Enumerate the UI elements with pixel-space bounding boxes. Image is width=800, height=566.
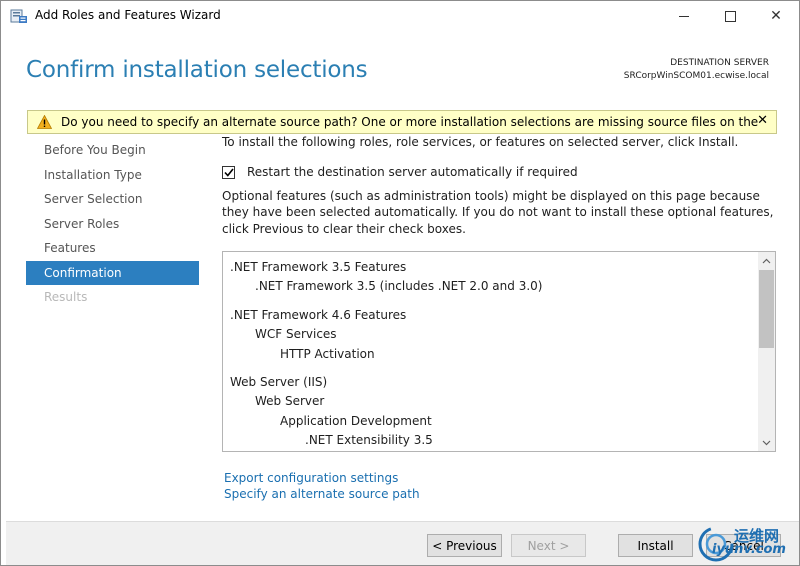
feature-item: WCF Services bbox=[255, 327, 337, 342]
feature-item: Application Development bbox=[280, 413, 432, 428]
site-watermark: 运维网 iyunv.com bbox=[688, 522, 800, 566]
minimize-icon bbox=[679, 15, 689, 17]
scroll-down-icon[interactable] bbox=[758, 434, 775, 451]
restart-checkbox[interactable] bbox=[222, 165, 235, 179]
destination-server-info: DESTINATION SERVER SRCorpWinSCOM01.ecwis… bbox=[624, 57, 769, 83]
feature-item: Web Server (IIS) bbox=[230, 375, 328, 390]
nav-item-server-roles[interactable]: Server Roles bbox=[26, 212, 199, 237]
previous-button[interactable]: < Previous bbox=[427, 534, 502, 557]
warning-close-icon[interactable]: ✕ bbox=[757, 113, 768, 128]
title-bar[interactable]: Add Roles and Features Wizard ✕ bbox=[1, 1, 799, 31]
feature-item: .NET Framework 4.6 Features bbox=[230, 307, 407, 322]
feature-item: Web Server bbox=[255, 394, 325, 409]
destination-label: DESTINATION SERVER bbox=[670, 58, 769, 68]
maximize-icon bbox=[724, 10, 736, 22]
checkmark-icon bbox=[223, 168, 234, 177]
nav-item-server-selection[interactable]: Server Selection bbox=[26, 187, 199, 212]
wizard-footer: < Previous Next > Install Cancel bbox=[6, 521, 799, 565]
page-title: Confirm installation selections bbox=[26, 57, 368, 83]
feature-item: .NET Framework 3.5 Features bbox=[230, 260, 407, 274]
watermark-text-domain: iyunv.com bbox=[712, 542, 786, 557]
feature-item: .NET Framework 3.5 (includes .NET 2.0 an… bbox=[255, 279, 543, 294]
server-manager-icon bbox=[10, 9, 27, 23]
confirmation-content: To install the following roles, role ser… bbox=[222, 135, 777, 236]
warning-banner[interactable]: Do you need to specify an alternate sour… bbox=[27, 110, 777, 134]
next-button: Next > bbox=[511, 534, 586, 557]
restart-label[interactable]: Restart the destination server automatic… bbox=[247, 165, 578, 179]
install-button[interactable]: Install bbox=[618, 534, 693, 557]
maximize-button[interactable] bbox=[707, 1, 753, 31]
restart-option[interactable]: Restart the destination server automatic… bbox=[222, 165, 578, 179]
nav-item-features[interactable]: Features bbox=[26, 236, 199, 261]
minimize-button[interactable] bbox=[661, 1, 707, 31]
wizard-window: Add Roles and Features Wizard ✕ Confirm … bbox=[0, 0, 800, 566]
wizard-nav: Before You Begin Installation Type Serve… bbox=[26, 138, 199, 310]
nav-item-confirmation[interactable]: Confirmation bbox=[26, 260, 199, 285]
nav-item-installation-type[interactable]: Installation Type bbox=[26, 163, 199, 188]
destination-server-name: SRCorpWinSCOM01.ecwise.local bbox=[623, 71, 769, 81]
install-intro-text: To install the following roles, role ser… bbox=[222, 135, 739, 149]
config-links: Export configuration settings Specify an… bbox=[224, 470, 420, 502]
nav-item-before-you-begin[interactable]: Before You Begin bbox=[26, 138, 199, 163]
warning-triangle-icon bbox=[37, 115, 52, 129]
features-scrollbar[interactable] bbox=[758, 252, 775, 451]
nav-item-results: Results bbox=[44, 290, 88, 304]
scroll-up-icon[interactable] bbox=[758, 252, 775, 269]
feature-item: HTTP Activation bbox=[280, 346, 375, 361]
feature-item: .NET Extensibility 3.5 bbox=[305, 433, 433, 448]
warning-text: Do you need to specify an alternate sour… bbox=[61, 115, 761, 129]
close-icon: ✕ bbox=[770, 8, 782, 24]
optional-features-note: Optional features (such as administratio… bbox=[222, 189, 774, 236]
close-button[interactable]: ✕ bbox=[753, 1, 799, 31]
alternate-source-link[interactable]: Specify an alternate source path bbox=[224, 486, 420, 502]
selected-features-list[interactable]: .NET Framework 3.5 Features .NET Framewo… bbox=[222, 251, 776, 452]
export-configuration-link[interactable]: Export configuration settings bbox=[224, 470, 420, 486]
features-list-content: .NET Framework 3.5 Features .NET Framewo… bbox=[230, 258, 542, 451]
window-title: Add Roles and Features Wizard bbox=[35, 8, 221, 22]
scroll-thumb[interactable] bbox=[759, 270, 774, 348]
